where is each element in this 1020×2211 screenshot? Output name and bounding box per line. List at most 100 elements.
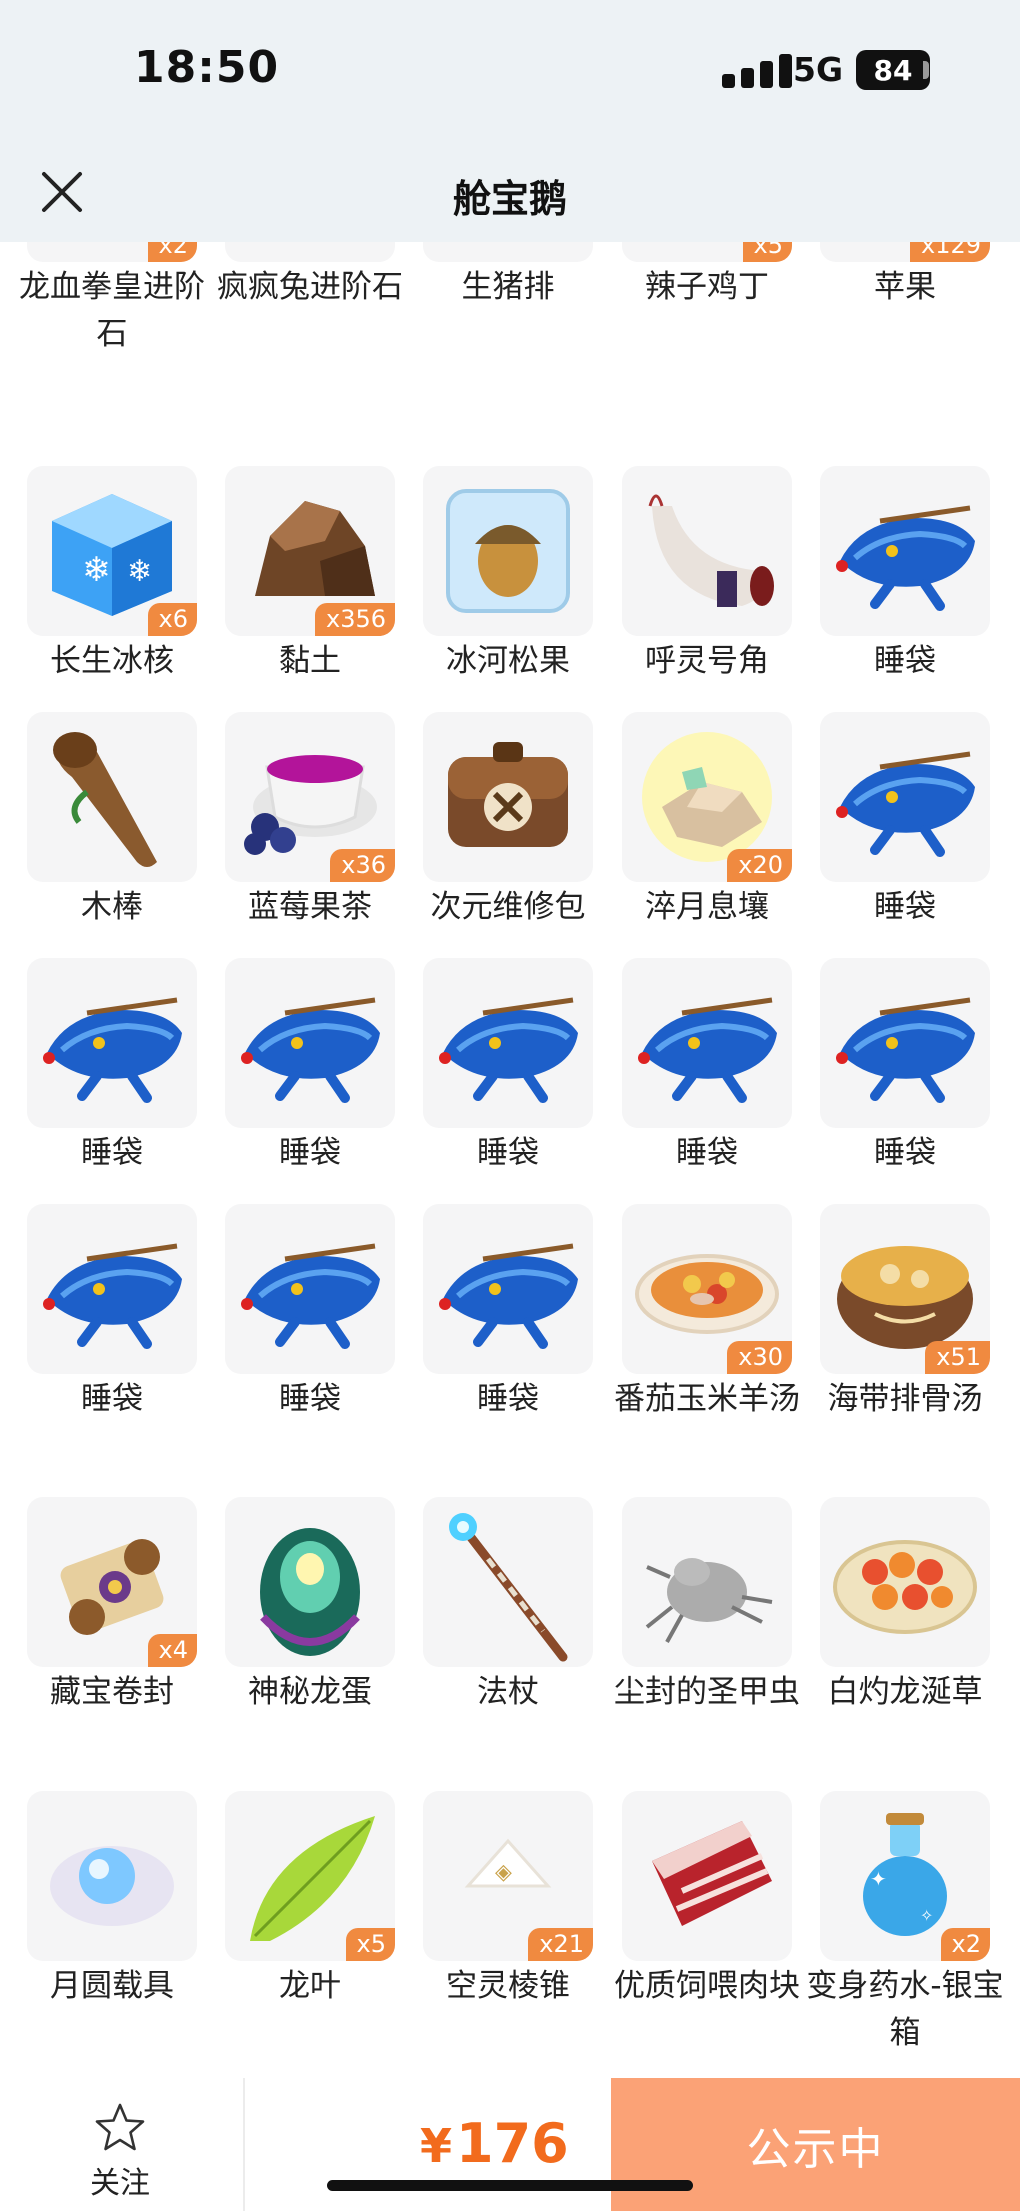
item-tile [225, 242, 395, 262]
item-tile [820, 466, 990, 636]
sleeping-bag-icon [43, 1243, 182, 1349]
item-card[interactable]: 优质饲喂肉块 [614, 1791, 800, 2010]
item-tile: x36 [225, 712, 395, 882]
dragon-egg-icon [260, 1528, 360, 1656]
item-tile: x356 [225, 466, 395, 636]
svg-text:◈: ◈ [495, 1860, 512, 1885]
item-card[interactable]: ✦ ✧ x2 变身药水-银宝箱 [806, 1791, 1004, 2057]
item-card[interactable]: 疯疯兔进阶石 [217, 242, 403, 311]
item-card[interactable]: 神秘龙蛋 [225, 1497, 395, 1716]
item-name: 次元维修包 [430, 889, 586, 925]
item-card[interactable]: x129 苹果 [820, 242, 990, 311]
item-grid-viewport[interactable]: x2 龙血拳皇进阶石 疯疯兔进阶石 生猪排 x5 辣子鸡丁 x129 苹果 ❄ ❄ x6 长生冰核 x3… [0, 242, 1020, 2078]
item-card[interactable]: 生猪排 [423, 242, 593, 311]
item-name: 番茄玉米羊汤 [614, 1381, 800, 1417]
item-name: 龙叶 [279, 1968, 341, 2004]
item-name: 睡袋 [81, 1135, 143, 1171]
item-tile: x129 [820, 242, 990, 262]
item-card[interactable]: 月圆载具 [27, 1791, 197, 2010]
beetle-icon [645, 1558, 773, 1643]
item-name: 睡袋 [477, 1135, 539, 1171]
item-card[interactable]: 睡袋 [225, 958, 395, 1177]
item-card[interactable]: x20 淬月息壤 [622, 712, 792, 931]
item-name: 藏宝卷封 [50, 1674, 174, 1710]
item-card[interactable]: x356 黏土 [225, 466, 395, 685]
item-card[interactable]: 木棒 [27, 712, 197, 931]
bottom-bar: 关注 ¥176 公示中 [0, 2078, 1020, 2211]
item-card[interactable]: 睡袋 [622, 958, 792, 1177]
item-tile [27, 1204, 197, 1374]
nav-bar: 舱宝鹅 [0, 140, 1020, 242]
item-name: 睡袋 [477, 1381, 539, 1417]
item-tile: x4 [27, 1497, 197, 1667]
item-card[interactable]: 冰河松果 [423, 466, 593, 685]
sleeping-bag-icon [241, 997, 380, 1103]
item-card[interactable]: 睡袋 [27, 1204, 197, 1423]
item-tile [622, 1791, 792, 1961]
item-card[interactable]: 呼灵号角 [622, 466, 792, 685]
item-name: 睡袋 [279, 1135, 341, 1171]
item-card[interactable]: 白灼龙涎草 [820, 1497, 990, 1716]
item-name: 海带排骨汤 [827, 1381, 983, 1417]
item-name: 睡袋 [279, 1381, 341, 1417]
item-card[interactable]: 睡袋 [820, 466, 990, 685]
item-card[interactable]: 次元维修包 [423, 712, 593, 931]
item-name: 空灵棱锥 [446, 1968, 570, 2004]
item-card[interactable]: x5 龙叶 [225, 1791, 395, 2010]
item-tile: x20 [622, 712, 792, 882]
magic-staff-icon [449, 1513, 568, 1662]
horn-icon [648, 494, 774, 607]
item-card[interactable]: 睡袋 [27, 958, 197, 1177]
favorite-label: 关注 [90, 2166, 150, 2201]
item-card[interactable]: ◈ x21 空灵棱锥 [423, 1791, 593, 2010]
repair-bag-icon [448, 742, 568, 847]
item-tile [423, 1497, 593, 1667]
item-tile [27, 958, 197, 1128]
item-tile: x5 [225, 1791, 395, 1961]
purple-gem-icon [225, 242, 395, 262]
item-tile: x51 [820, 1204, 990, 1374]
item-card[interactable]: x4 藏宝卷封 [27, 1497, 197, 1716]
item-name: 呼灵号角 [645, 643, 769, 679]
item-card[interactable]: 睡袋 [225, 1204, 395, 1423]
svg-text:✧: ✧ [920, 1906, 933, 1925]
sleeping-bag-icon [836, 751, 975, 857]
status-action-button[interactable]: 公示中 [611, 2078, 1020, 2211]
item-name: 生猪排 [461, 269, 555, 305]
item-name: 淬月息壤 [645, 889, 769, 925]
item-tile [27, 1791, 197, 1961]
item-name: 睡袋 [676, 1135, 738, 1171]
price: ¥176 [420, 2112, 569, 2175]
item-card[interactable]: 尘封的圣甲虫 [614, 1497, 800, 1716]
veggie-plate-icon [833, 1540, 977, 1634]
quantity-badge: x21 [528, 1928, 593, 1961]
item-card[interactable]: 法杖 [423, 1497, 593, 1716]
item-card[interactable]: x30 番茄玉米羊汤 [614, 1204, 800, 1423]
item-card[interactable]: 睡袋 [423, 1204, 593, 1423]
moon-orb-icon [50, 1846, 174, 1926]
item-card[interactable]: x36 蓝莓果茶 [225, 712, 395, 931]
item-tile: x5 [622, 242, 792, 262]
item-tile [820, 712, 990, 882]
item-name: 白灼龙涎草 [827, 1674, 983, 1710]
favorite-button[interactable]: 关注 [60, 2102, 180, 2202]
item-name: 神秘龙蛋 [248, 1674, 372, 1710]
svg-text:✦: ✦ [870, 1867, 887, 1891]
item-name: 睡袋 [874, 1135, 936, 1171]
currency-symbol: ¥ [420, 2119, 453, 2173]
item-name: 龙血拳皇进阶石 [19, 269, 205, 352]
home-indicator [327, 2180, 693, 2191]
page-title: 舱宝鹅 [452, 177, 567, 221]
item-card[interactable]: x5 辣子鸡丁 [622, 242, 792, 311]
item-card[interactable]: ❄ ❄ x6 长生冰核 [27, 466, 197, 685]
item-card[interactable]: x2 龙血拳皇进阶石 [19, 242, 205, 358]
item-card[interactable]: 睡袋 [820, 958, 990, 1177]
item-card[interactable]: x51 海带排骨汤 [820, 1204, 990, 1423]
item-card[interactable]: 睡袋 [820, 712, 990, 931]
sleeping-bag-icon [836, 505, 975, 611]
sleeping-bag-icon [439, 997, 578, 1103]
sleeping-bag-icon [638, 997, 777, 1103]
item-card[interactable]: 睡袋 [423, 958, 593, 1177]
item-name: 长生冰核 [50, 643, 174, 679]
item-name: 睡袋 [874, 889, 936, 925]
